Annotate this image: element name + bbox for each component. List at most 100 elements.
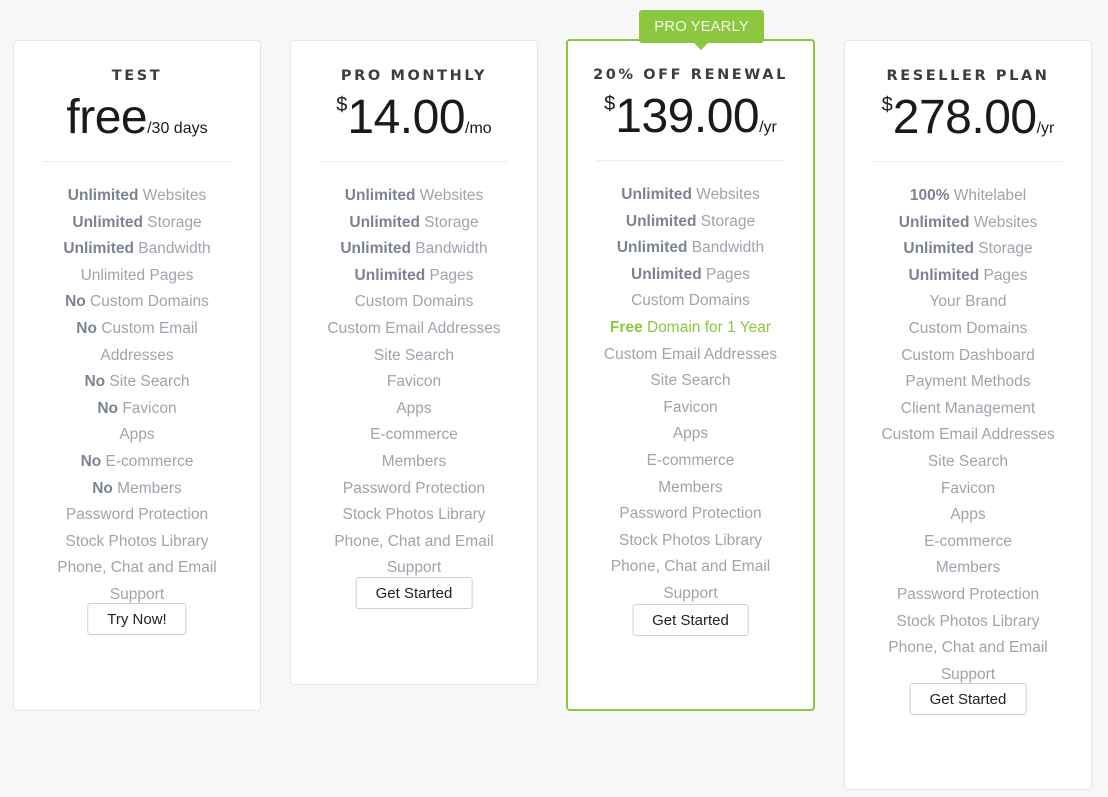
feature-emphasis: No: [97, 399, 119, 417]
feature-text: Custom Email Addresses: [603, 345, 778, 363]
feature-item: Unlimited Bandwidth: [14, 236, 260, 263]
feature-list: Unlimited Websites Unlimited Storage Unlim…: [291, 183, 537, 582]
feature-text: Password Protection: [896, 585, 1040, 603]
feature-emphasis: Unlimited: [621, 186, 692, 203]
feature-text: Bandwidth: [687, 239, 765, 257]
feature-text: Apps: [396, 399, 432, 417]
plan-card-test: TEST free/30 days Unlimited Websites Unlimi…: [13, 40, 261, 711]
feature-text: Pages: [979, 266, 1028, 284]
feature-list: Unlimited Websites Unlimited Storage Unlim…: [568, 182, 813, 608]
feature-emphasis: No: [76, 319, 97, 337]
feature-item: Unlimited Storage: [291, 210, 537, 237]
feature-item: Unlimited Websites: [14, 183, 260, 210]
feature-text: Members: [112, 479, 182, 497]
feature-text: Password Protection: [342, 479, 486, 497]
feature-item: Custom Domains: [568, 288, 813, 315]
feature-item: Apps: [14, 422, 260, 449]
feature-emphasis: Unlimited: [898, 213, 970, 231]
feature-item: Password Protection: [14, 502, 260, 529]
feature-emphasis: 100%: [909, 187, 950, 204]
feature-emphasis: Unlimited: [344, 187, 416, 204]
price-amount: 278.00: [892, 91, 1037, 144]
feature-item: Client Management: [845, 396, 1091, 423]
feature-item: Apps: [568, 421, 813, 448]
feature-text: Site Search: [373, 346, 455, 364]
feature-item: Unlimited Websites: [291, 183, 537, 210]
feature-item: Favicon: [845, 476, 1091, 503]
feature-item: Password Protection: [568, 501, 813, 528]
feature-item: Site Search: [845, 449, 1091, 476]
feature-emphasis: Unlimited: [616, 239, 688, 257]
divider: [320, 161, 508, 162]
feature-item: Favicon: [291, 369, 537, 396]
feature-emphasis: Unlimited: [67, 187, 139, 204]
plan-price: free/30 days: [14, 92, 260, 144]
feature-item: No Site Search: [14, 369, 260, 396]
feature-text: Pages: [701, 265, 750, 283]
divider: [596, 160, 785, 161]
feature-item: Members: [845, 555, 1091, 582]
feature-item: Custom Domains: [291, 289, 537, 316]
feature-item: Unlimited Bandwidth: [568, 235, 813, 262]
feature-item: Phone, Chat and Email: [291, 529, 537, 556]
plan-price: $139.00/yr: [568, 91, 813, 143]
get-started-button[interactable]: Get Started: [355, 577, 473, 609]
plan-card-pro-monthly: PRO MONTHLY $14.00/mo Unlimited Websites Un…: [290, 40, 538, 685]
feature-item: Your Brand: [845, 289, 1091, 316]
feature-emphasis: Unlimited: [349, 213, 420, 231]
feature-text: Websites: [969, 213, 1038, 231]
feature-item: No E-commerce: [14, 449, 260, 476]
get-started-button[interactable]: Get Started: [909, 683, 1027, 715]
feature-item: Site Search: [568, 368, 813, 395]
feature-emphasis: No: [84, 373, 106, 391]
feature-text: Pages: [425, 266, 474, 284]
feature-text: Support: [940, 665, 996, 683]
feature-text: Bandwidth: [133, 240, 211, 258]
feature-text: Support: [663, 584, 718, 602]
feature-text: Site Search: [105, 373, 190, 391]
feature-text: Payment Methods: [905, 373, 1031, 391]
feature-item: Unlimited Pages: [14, 263, 260, 290]
feature-item: Phone, Chat and Email: [568, 554, 813, 581]
feature-text: Stock Photos Library: [618, 531, 762, 549]
feature-text: Client Management: [900, 399, 1036, 417]
feature-text: Websites: [415, 187, 484, 204]
divider: [43, 161, 231, 162]
feature-text: Apps: [672, 425, 709, 443]
plan-title: TEST: [111, 68, 163, 84]
feature-text: Support: [386, 559, 442, 577]
feature-text: Custom Email Addresses: [327, 319, 501, 337]
feature-item: Free Domain for 1 Year: [568, 315, 813, 342]
try-now-button[interactable]: Try Now!: [87, 603, 187, 635]
feature-text: Custom Domains: [908, 319, 1028, 337]
feature-item: Password Protection: [291, 476, 537, 503]
get-started-button[interactable]: Get Started: [632, 604, 749, 636]
feature-emphasis: Unlimited: [63, 240, 134, 258]
feature-text: Phone, Chat and Email: [888, 639, 1048, 657]
feature-text: Stock Photos Library: [896, 612, 1040, 630]
feature-item: Stock Photos Library: [291, 502, 537, 529]
feature-text: Favicon: [663, 398, 718, 416]
feature-text: Apps: [950, 506, 986, 524]
feature-item: Custom Domains: [845, 316, 1091, 343]
feature-text: Bandwidth: [410, 240, 488, 258]
feature-text: E-commerce: [370, 426, 458, 444]
feature-text: Favicon: [386, 373, 442, 391]
feature-text: Site Search: [927, 452, 1009, 470]
feature-item: No Custom Domains: [14, 289, 260, 316]
feature-text: Phone, Chat and Email: [610, 558, 771, 576]
feature-text: Favicon: [118, 399, 177, 417]
divider: [874, 161, 1062, 162]
feature-emphasis: Unlimited: [625, 212, 697, 230]
feature-text: Members: [935, 559, 1001, 577]
plan-card-pro-yearly: 20% OFF RENEWAL $139.00/yr Unlimited Websi…: [566, 39, 815, 711]
feature-text: Domain for 1 Year: [642, 318, 772, 336]
feature-item: Custom Dashboard: [845, 343, 1091, 370]
feature-text: E-commerce: [101, 452, 194, 470]
price-period: /mo: [465, 120, 492, 137]
feature-item: Unlimited Pages: [845, 263, 1091, 290]
feature-item: Unlimited Websites: [845, 210, 1091, 237]
feature-text: Apps: [119, 426, 155, 444]
feature-emphasis: Unlimited: [908, 266, 980, 284]
feature-item: E-commerce: [845, 529, 1091, 556]
